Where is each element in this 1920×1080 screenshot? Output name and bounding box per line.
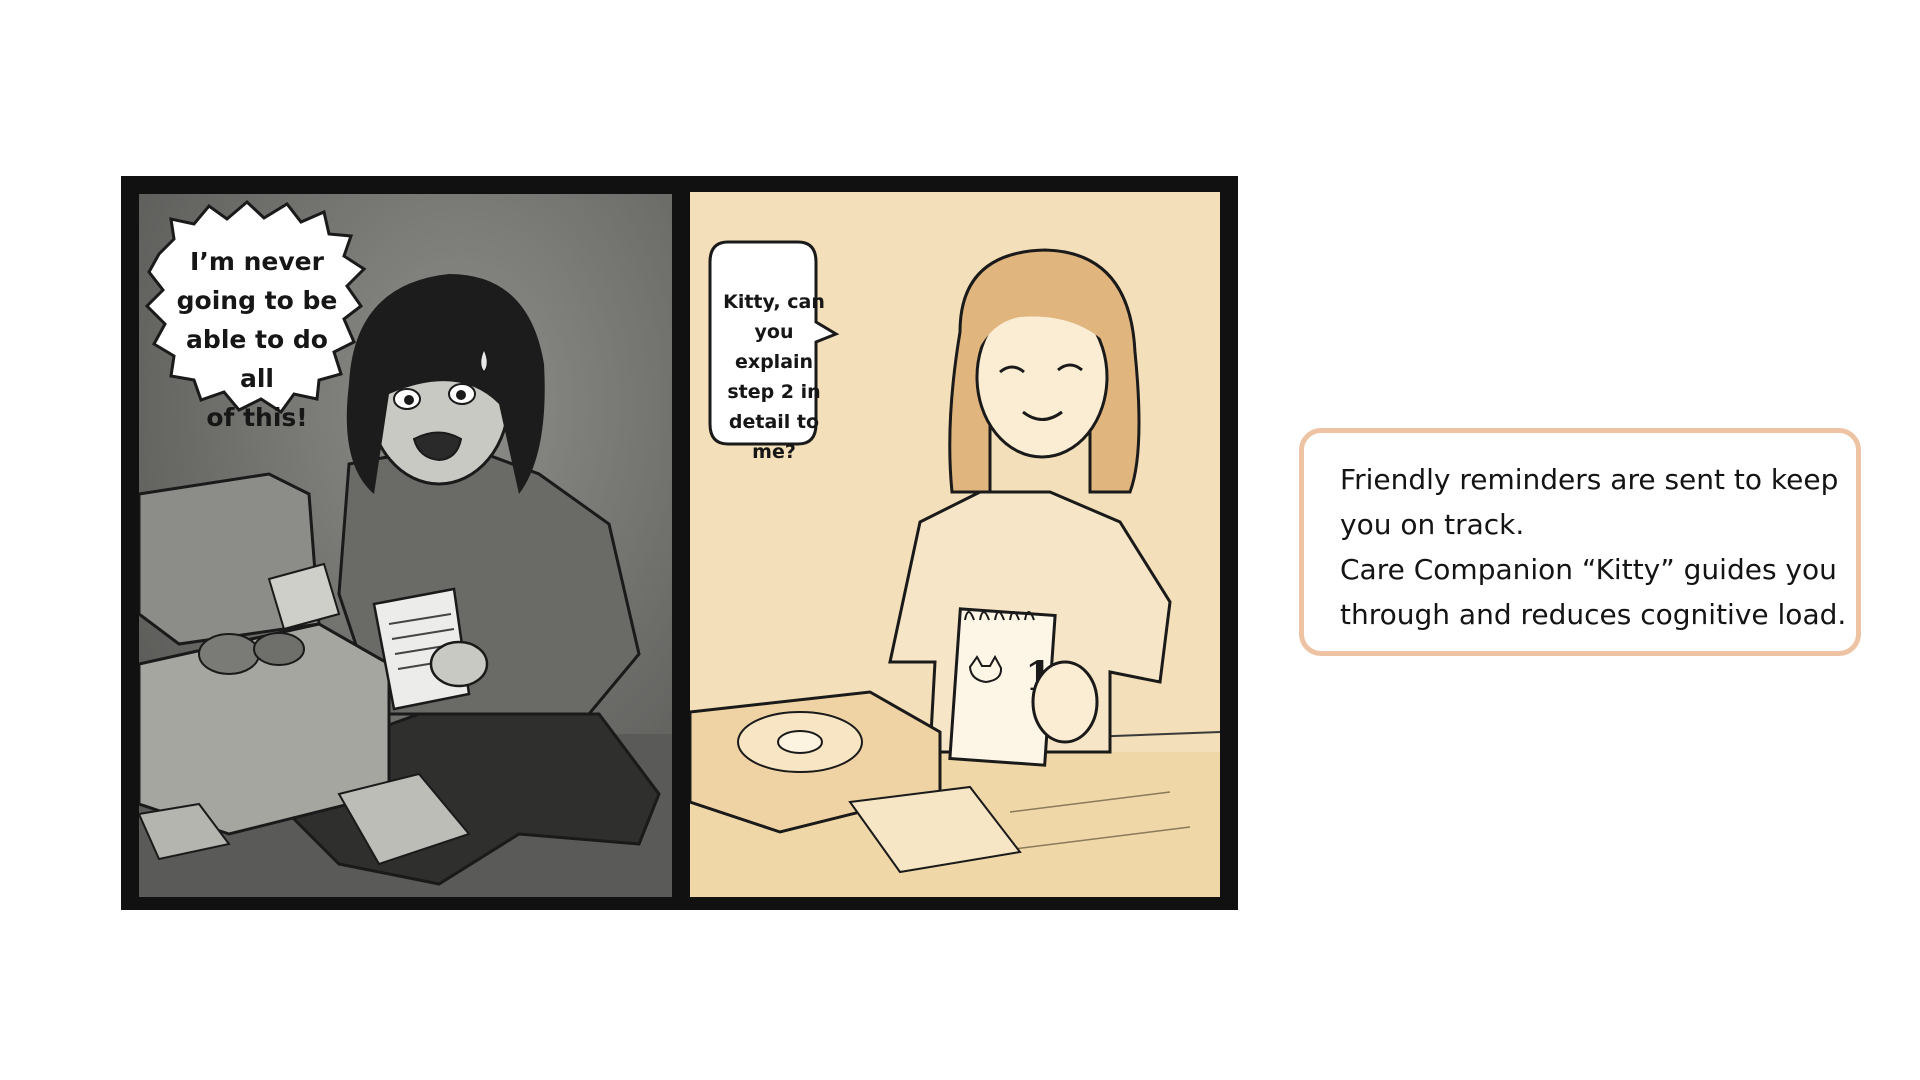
caption-line: Friendly reminders are sent to keep (1340, 463, 1839, 496)
caption-line: through and reduces cognitive load. (1340, 598, 1847, 631)
speech-bubble-right: Kitty, can you explain step 2 in detail … (716, 287, 832, 467)
comic-panel-left: I’m never going to be able to do all of … (139, 194, 672, 897)
speech-line: me? (752, 441, 796, 463)
speech-line: explain (734, 351, 814, 373)
caption-line: Care Companion “Kitty” guides you (1340, 553, 1837, 586)
speech-line: going to be (176, 286, 338, 315)
speech-line: step 2 in (727, 381, 821, 403)
comic-panel-right: 1 Kitty, can you explain step 2 in detai… (690, 192, 1220, 897)
speech-line: Kitty, can (723, 291, 825, 313)
speech-line: detail to (728, 411, 820, 433)
comic-strip: I’m never going to be able to do all of … (121, 176, 1238, 910)
speech-line: able to do all (186, 325, 328, 393)
speech-line: I’m never (190, 247, 324, 276)
caption-line: you on track. (1340, 508, 1525, 541)
caption-box: Friendly reminders are sent to keep you … (1299, 428, 1861, 656)
speech-line: of this! (206, 403, 308, 432)
speech-bubble-left: I’m never going to be able to do all of … (167, 242, 347, 437)
speech-line: you (754, 321, 794, 343)
